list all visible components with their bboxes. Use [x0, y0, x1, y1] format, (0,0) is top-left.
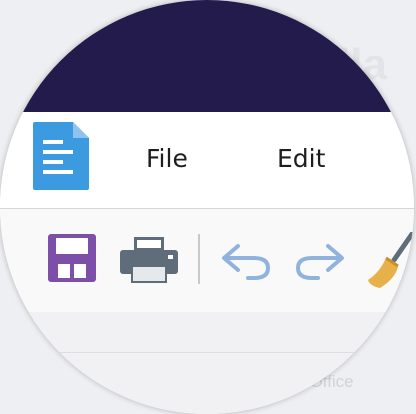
menu-file[interactable]: File: [146, 144, 188, 173]
redo-icon[interactable]: [292, 240, 346, 280]
document-icon[interactable]: [31, 120, 91, 192]
save-icon[interactable]: [46, 232, 98, 284]
title-bar: [0, 0, 414, 112]
toolbar-divider: [198, 234, 200, 284]
print-icon[interactable]: [118, 236, 180, 284]
menu-edit[interactable]: Edit: [277, 144, 325, 173]
clone-formatting-icon[interactable]: [366, 232, 414, 290]
formatting-area: [0, 312, 414, 414]
undo-icon[interactable]: [220, 240, 274, 280]
formatting-divider: [0, 352, 414, 353]
magnifier-lens: File Edit: [0, 0, 414, 414]
